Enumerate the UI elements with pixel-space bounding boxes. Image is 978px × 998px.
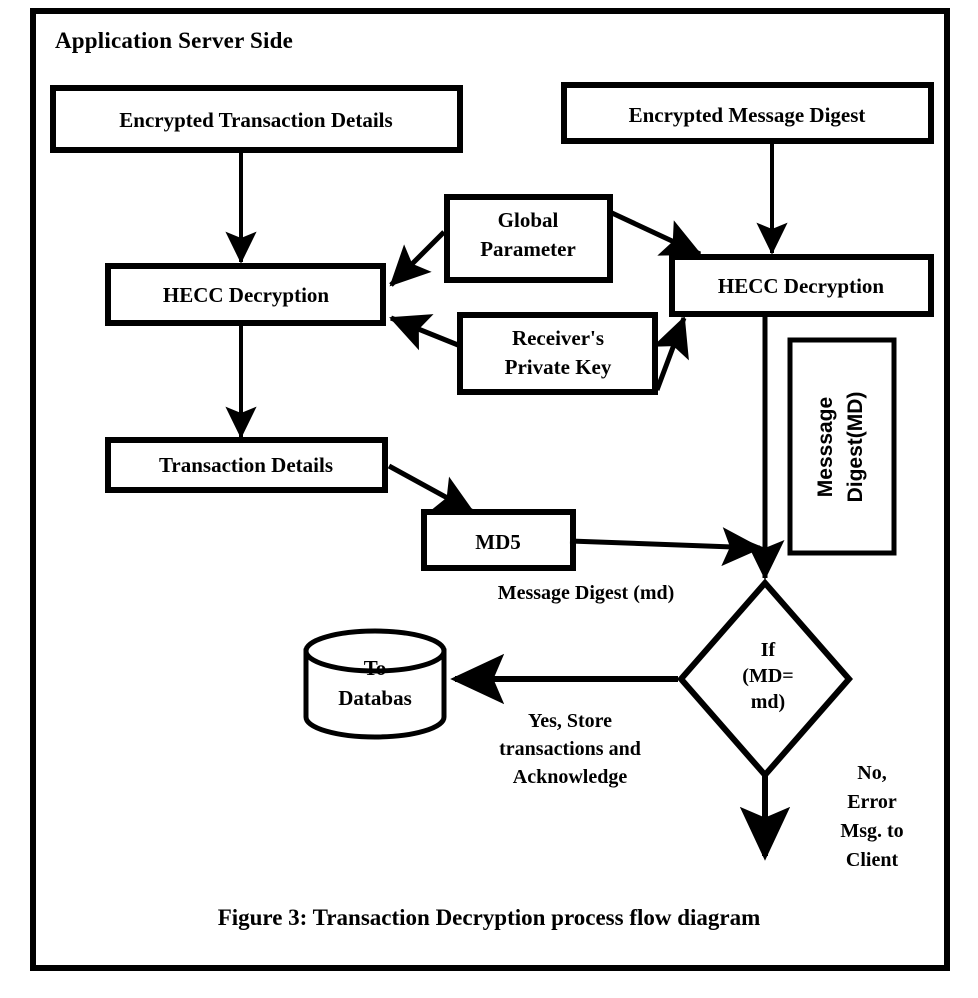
node-decision-label-line2: (MD= [742,665,793,687]
node-message-digest-md-label-line1: Messsage [814,397,837,497]
node-encrypted-message-digest-label: Encrypted Message Digest [629,103,866,127]
md5-output-label: Message Digest (md) [498,582,675,604]
edge-global-param-to-hecc-left [389,230,446,287]
edge-md5-to-compare [569,527,762,567]
node-receivers-private-key-label-line1: Receiver's [512,326,604,350]
edge-no-label-line2: Error [847,791,897,813]
node-hecc-decryption-right-label: HECC Decryption [718,274,885,298]
node-md5-label: MD5 [475,530,521,554]
node-message-digest-md-label-line2: Digest(MD) [844,392,867,503]
edge-priv-key-to-hecc-left [389,314,459,351]
node-hecc-decryption-left-label: HECC Decryption [163,283,330,307]
node-transaction-details-label: Transaction Details [159,453,333,477]
node-database-label-line2: Databas [338,686,412,710]
node-decision-label-line1: If [761,639,776,661]
edge-priv-key-to-hecc-right [652,316,689,391]
node-receivers-private-key-label-line2: Private Key [505,355,612,379]
node-message-digest-md-box [787,337,897,556]
node-global-parameter-label-line1: Global [498,208,559,232]
diagram-canvas: Application Server Side Encrypted Transa… [0,0,978,998]
edge-yes-label-line1: Yes, Store [528,710,612,732]
edge-no-label-line1: No, [857,762,886,784]
node-global-parameter-label-line2: Parameter [480,237,576,261]
edge-global-param-to-hecc-right [610,210,702,257]
node-encrypted-transaction-details-label: Encrypted Transaction Details [119,108,392,132]
node-database-label-line1: To [364,656,387,680]
edge-no-label-line4: Client [846,849,899,871]
edge-yes-label-line3: Acknowledge [513,766,628,788]
node-decision-label-line3: md) [751,691,785,713]
edge-yes-label-line2: transactions and [499,738,641,760]
edge-transaction-details-to-md5 [387,463,475,515]
frame-title-label: Application Server Side [55,28,293,53]
figure-caption: Figure 3: Transaction Decryption process… [218,905,761,930]
edge-no-label-line3: Msg. to [840,820,903,842]
